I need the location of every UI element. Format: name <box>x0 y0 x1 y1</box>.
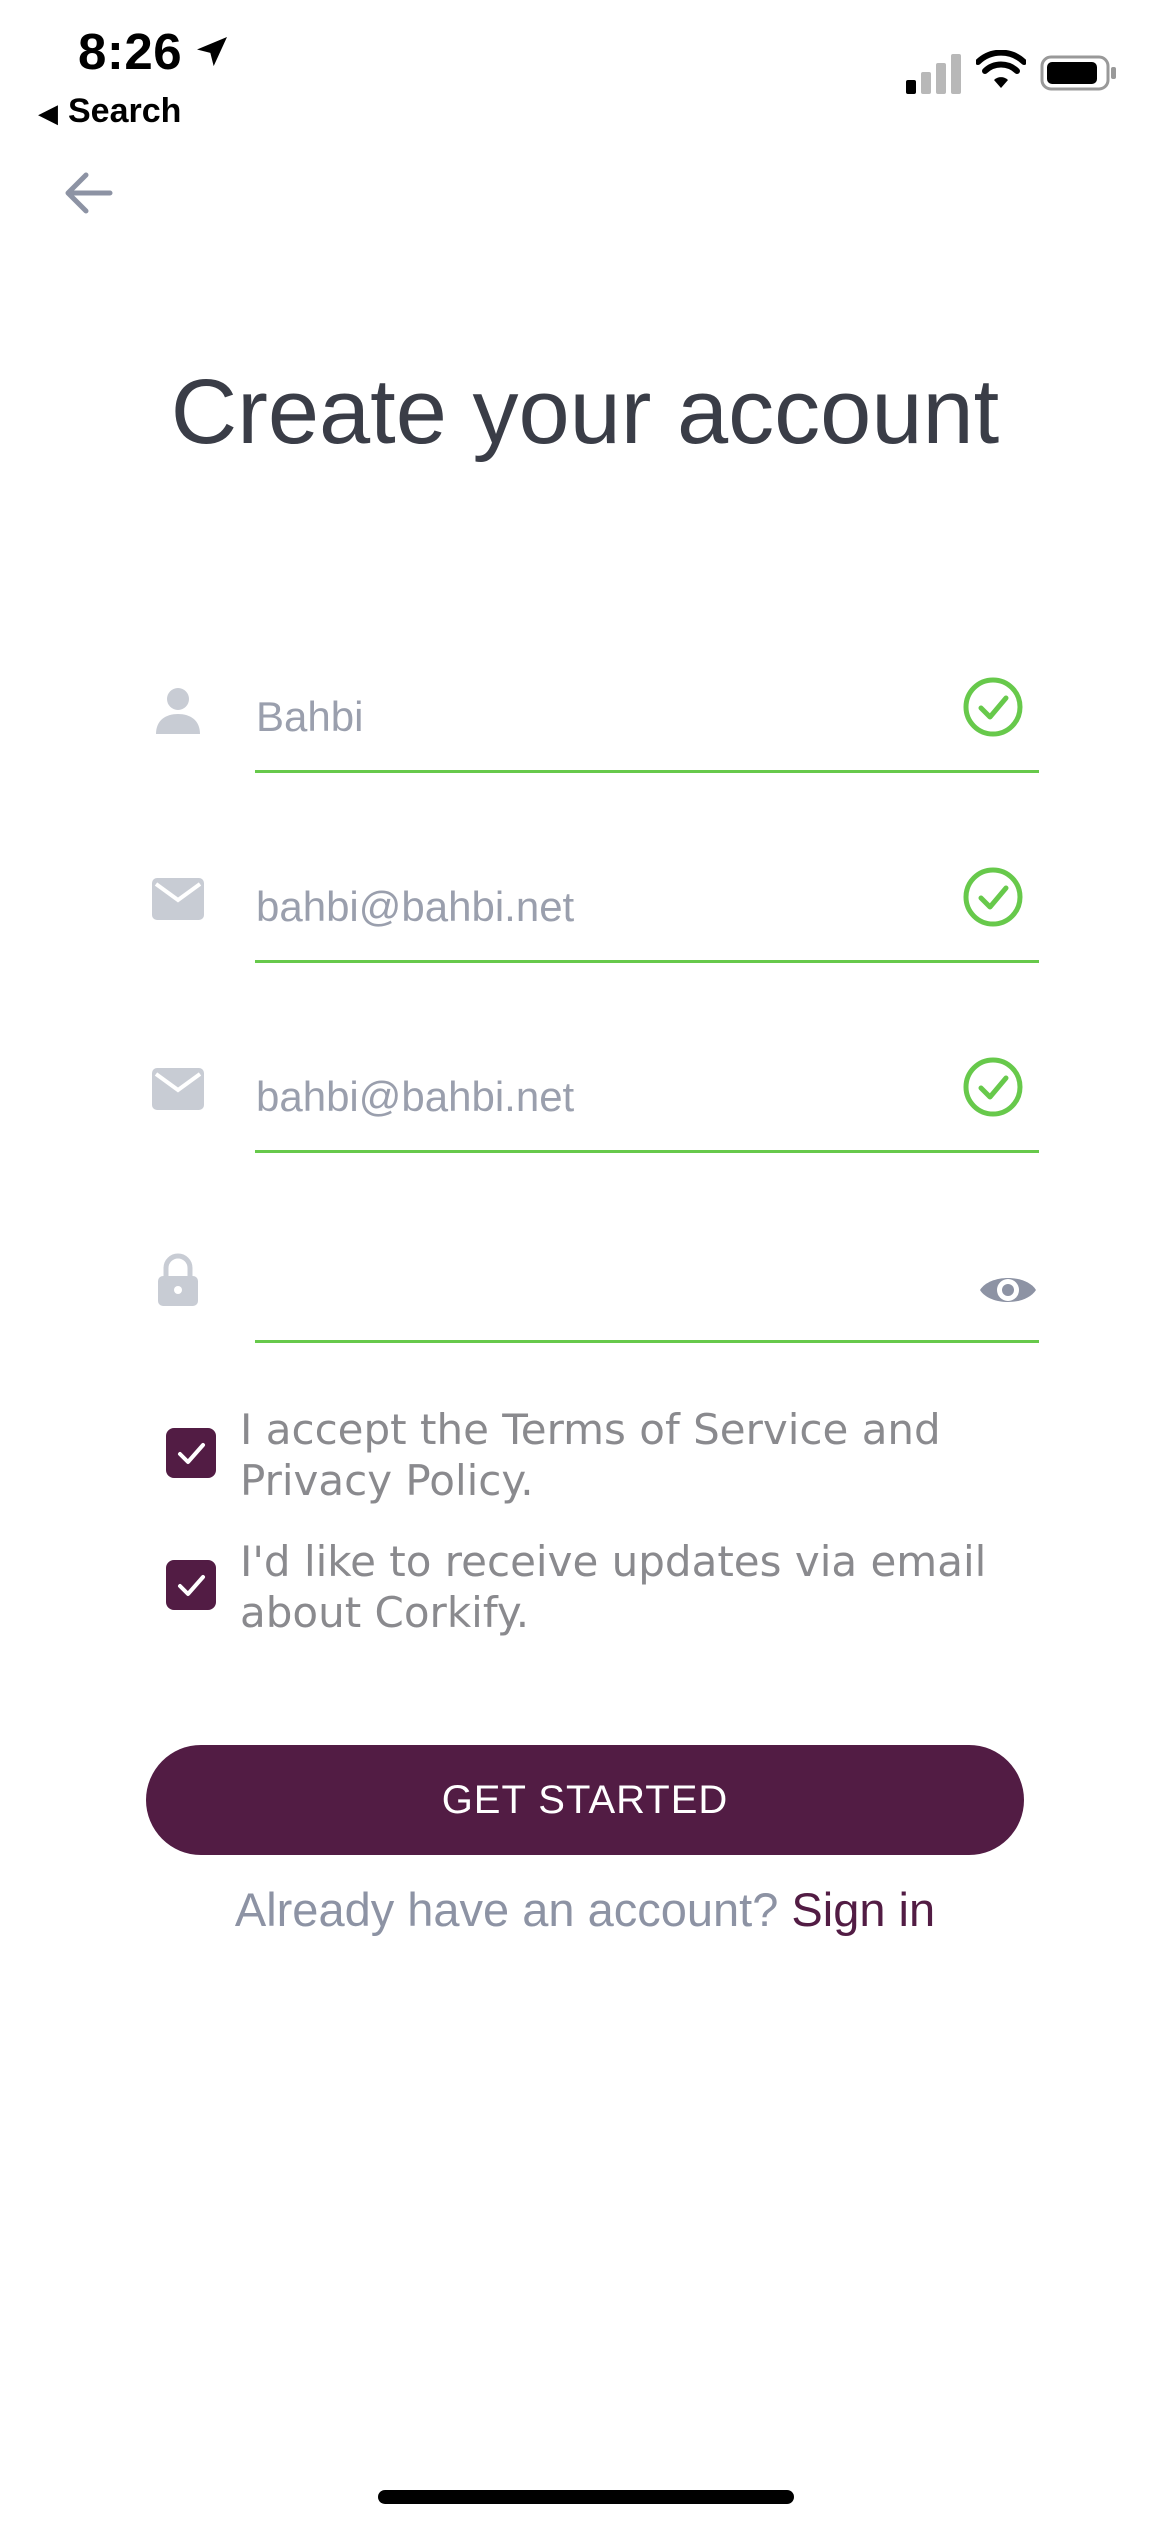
signal-icon <box>906 54 961 94</box>
mail-icon <box>152 1068 204 1110</box>
name-field[interactable]: Bahbi <box>256 693 363 741</box>
password-field-underline <box>255 1340 1039 1343</box>
eye-icon[interactable] <box>978 1268 1038 1312</box>
wifi-icon <box>976 50 1026 88</box>
updates-label: I'd like to receive updates via email ab… <box>240 1537 987 1637</box>
back-to-search[interactable]: ◀ Search <box>38 92 181 131</box>
updates-checkbox[interactable] <box>166 1560 216 1610</box>
check-circle-icon <box>963 1057 1023 1117</box>
terms-checkbox[interactable] <box>166 1428 216 1478</box>
arrow-left-icon[interactable] <box>58 162 120 224</box>
signin-row: Already have an account? Sign in <box>0 1882 1170 1937</box>
terms-label: I accept the Terms of Service and Privac… <box>240 1405 941 1505</box>
status-time: 8:26 <box>78 23 183 80</box>
location-arrow-icon <box>197 37 227 67</box>
checkmark-icon <box>178 1575 205 1596</box>
signin-prompt: Already have an account? <box>234 1883 779 1936</box>
check-circle-icon <box>963 867 1023 927</box>
confirm-email-field[interactable]: bahbi@bahbi.net <box>256 1073 574 1121</box>
back-to-search-label: Search <box>68 92 182 130</box>
person-icon <box>156 688 200 734</box>
home-indicator[interactable] <box>378 2490 794 2504</box>
password-field[interactable] <box>256 1263 936 1313</box>
confirm-email-field-underline <box>255 1150 1039 1153</box>
check-circle-icon <box>963 677 1023 737</box>
lock-icon <box>158 1253 198 1306</box>
name-field-underline <box>255 770 1039 773</box>
page-title: Create your account <box>170 361 1000 463</box>
back-triangle-icon: ◀ <box>38 98 58 128</box>
get-started-button[interactable]: GET STARTED <box>146 1745 1024 1855</box>
checkmark-icon <box>178 1443 205 1464</box>
battery-icon <box>1040 55 1116 91</box>
email-field-underline <box>255 960 1039 963</box>
mail-icon <box>152 878 204 920</box>
signin-link[interactable]: Sign in <box>791 1883 935 1936</box>
email-field[interactable]: bahbi@bahbi.net <box>256 883 574 931</box>
